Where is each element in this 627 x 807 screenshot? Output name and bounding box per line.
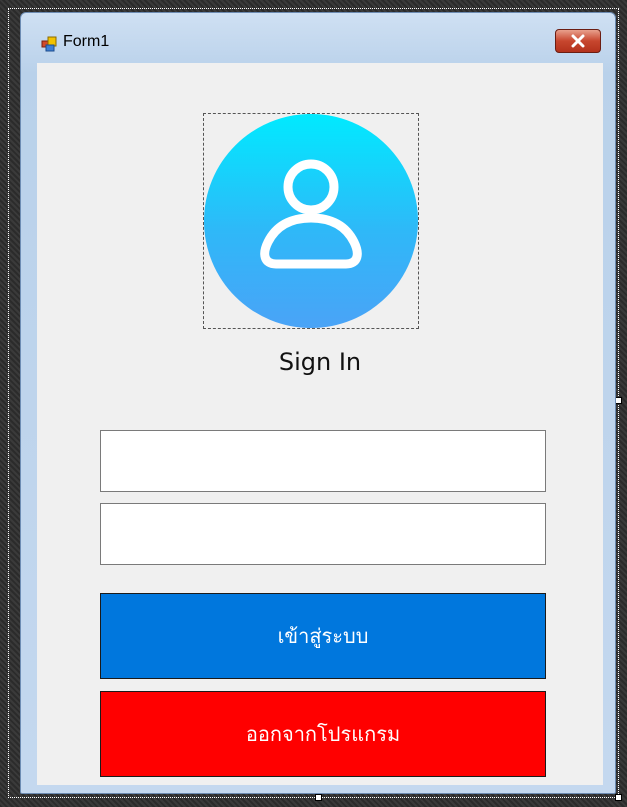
window-title: Form1 [63,33,110,50]
username-field[interactable] [100,430,546,492]
password-field[interactable] [100,503,546,565]
form-icon [41,36,57,52]
resize-handle-bottom[interactable] [315,794,322,801]
close-button[interactable] [555,29,601,53]
form-client-area: Sign In เข้าสู่ระบบ ออกจากโปรแกรม [37,63,603,785]
exit-button[interactable]: ออกจากโปรแกรม [100,691,546,777]
user-icon [260,159,362,269]
form-window: Form1 Sign In เข้าสู่ระบบ ออกจากโปรแกรม [20,12,616,794]
avatar-picturebox[interactable] [203,113,419,329]
close-icon [570,34,586,48]
avatar [204,114,418,328]
title-bar[interactable]: Form1 [21,13,615,63]
resize-handle-right[interactable] [615,397,622,404]
sign-in-heading: Sign In [278,348,362,376]
login-button[interactable]: เข้าสู่ระบบ [100,593,546,679]
resize-handle-bottom-right[interactable] [615,794,622,801]
designer-surface: Form1 Sign In เข้าสู่ระบบ ออกจากโปรแกรม [0,0,627,807]
